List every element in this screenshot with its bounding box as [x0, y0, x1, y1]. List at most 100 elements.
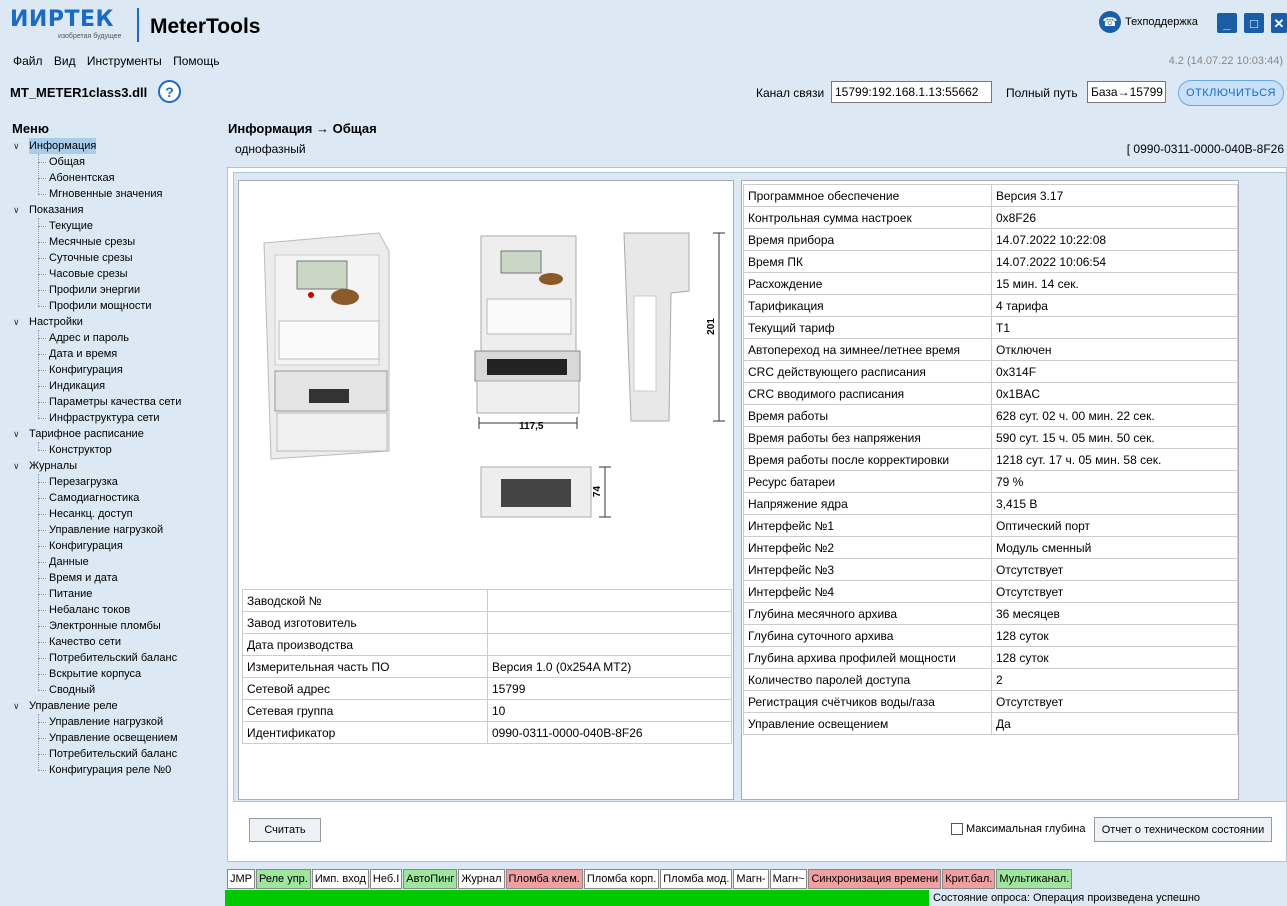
table-row: Время прибора 14.07.2022 10:22:08 [743, 228, 1238, 251]
tree-connector [38, 594, 46, 595]
tree-connector [38, 386, 46, 387]
tree-expand-icon[interactable]: ∨ [13, 314, 20, 330]
tree-item[interactable]: Профили мощности [49, 298, 152, 314]
row-label: Интерфейс №3 [743, 558, 992, 581]
tree-item[interactable]: Общая [49, 154, 85, 170]
tree-item[interactable]: Абонентская [49, 170, 115, 186]
row-value: 0x1BAC [991, 382, 1238, 405]
tree-item[interactable]: Суточные срезы [49, 250, 133, 266]
meter-serial: [ 0990-0311-0000-040B-8F26 [1126, 142, 1284, 156]
tree-connector [38, 474, 39, 690]
row-value: 0x8F26 [991, 206, 1238, 229]
tree-expand-icon[interactable]: ∨ [13, 202, 20, 218]
tree-item[interactable]: Параметры качества сети [49, 394, 181, 410]
tree-item[interactable]: Перезагрузка [49, 474, 118, 490]
tree-item[interactable]: Время и дата [49, 570, 118, 586]
status-flag: Мультиканал. [996, 869, 1073, 889]
tree-item[interactable]: Управление нагрузкой [49, 714, 163, 730]
tree-group[interactable]: Информация [29, 138, 97, 154]
path-field[interactable]: База→15799 [1087, 81, 1166, 103]
tree-item[interactable]: Вскрытие корпуса [49, 666, 141, 682]
tree-group[interactable]: Показания [29, 202, 83, 218]
tree-group[interactable]: Тарифное расписание [29, 426, 144, 442]
title-divider [137, 8, 139, 42]
table-row: Управление освещением Да [743, 712, 1238, 735]
help-icon[interactable]: ? [158, 80, 181, 103]
tree-item[interactable]: Потребительский баланс [49, 650, 177, 666]
row-label: Автопереход на зимнее/летнее время [743, 338, 992, 361]
tree-item[interactable]: Индикация [49, 378, 105, 394]
tree-item[interactable]: Самодиагностика [49, 490, 139, 506]
tree-item[interactable]: Небаланс токов [49, 602, 130, 618]
tree-item[interactable]: Сводный [49, 682, 95, 698]
menu-view[interactable]: Вид [51, 51, 79, 71]
tree-item[interactable]: Питание [49, 586, 92, 602]
tree-group[interactable]: Настройки [29, 314, 83, 330]
tree-item[interactable]: Управление освещением [49, 730, 178, 746]
channel-field[interactable]: 15799:192.168.1.13:55662 [831, 81, 992, 103]
tree-item[interactable]: Месячные срезы [49, 234, 135, 250]
table-row: Глубина суточного архива 128 суток [743, 624, 1238, 647]
menu-file[interactable]: Файл [10, 51, 46, 71]
tree-item[interactable]: Потребительский баланс [49, 746, 177, 762]
tree-item[interactable]: Несанкц. доступ [49, 506, 133, 522]
poll-progress-bar [225, 890, 929, 906]
row-value: Модуль сменный [991, 536, 1238, 559]
tree-item[interactable]: Часовые срезы [49, 266, 128, 282]
row-value: 4 тарифа [991, 294, 1238, 317]
row-value: Отключен [991, 338, 1238, 361]
table-row: Измерительная часть ПО Версия 1.0 (0x254A… [242, 655, 732, 678]
row-value: 14.07.2022 10:22:08 [991, 228, 1238, 251]
tree-group[interactable]: Управление реле [29, 698, 118, 714]
tree-expand-icon[interactable]: ∨ [13, 426, 20, 442]
tree-item[interactable]: Конфигурация [49, 362, 123, 378]
menu-help[interactable]: Помощь [170, 51, 222, 71]
tree-connector [38, 338, 46, 339]
tree-connector [38, 402, 46, 403]
disconnect-button[interactable]: ОТКЛЮЧИТЬСЯ [1178, 80, 1284, 106]
tree-item[interactable]: Конструктор [49, 442, 112, 458]
meter-front-view [263, 232, 390, 460]
tree-item[interactable]: Профили энергии [49, 282, 140, 298]
tree-expand-icon[interactable]: ∨ [13, 458, 20, 474]
support-label: Техподдержка [1125, 16, 1198, 28]
tree-item[interactable]: Конфигурация [49, 538, 123, 554]
tree-item[interactable]: Адрес и пароль [49, 330, 129, 346]
maximize-button[interactable]: □ [1244, 13, 1264, 33]
tree-item[interactable]: Мгновенные значения [49, 186, 162, 202]
row-label: Интерфейс №1 [743, 514, 992, 537]
tree-expand-icon[interactable]: ∨ [13, 698, 20, 714]
tree-item[interactable]: Данные [49, 554, 89, 570]
meter-identity-table: Заводской № Завод изготовитель Дата произв… [242, 589, 732, 744]
dimension-depth-label: 74 [592, 485, 604, 498]
poll-status-value: Операция произведена успешно [1033, 892, 1201, 904]
row-label: Количество паролей доступа [743, 668, 992, 691]
tree-item[interactable]: Управление нагрузкой [49, 522, 163, 538]
report-button[interactable]: Отчет о техническом состоянии [1094, 817, 1272, 842]
row-value: Отсутствует [991, 580, 1238, 603]
tree-item[interactable]: Инфраструктура сети [49, 410, 160, 426]
read-button[interactable]: Считать [249, 818, 321, 842]
tree-expand-icon[interactable]: ∨ [13, 138, 20, 154]
max-depth-checkbox[interactable] [951, 823, 963, 835]
table-row: Заводской № [242, 589, 732, 612]
tree-connector [38, 258, 46, 259]
table-row: Расхождение 15 мин. 14 сек. [743, 272, 1238, 295]
poll-status-label: Состояние опроса: [933, 892, 1030, 904]
menu-tools[interactable]: Инструменты [84, 51, 165, 71]
minimize-button[interactable]: _ [1217, 13, 1237, 33]
row-value: 3,415 В [991, 492, 1238, 515]
support-button[interactable]: ☎ Техподдержка [1099, 11, 1198, 33]
tree-item[interactable]: Текущие [49, 218, 93, 234]
tree-item[interactable]: Качество сети [49, 634, 121, 650]
close-button[interactable]: ✕ [1271, 13, 1287, 33]
tree-item[interactable]: Дата и время [49, 346, 117, 362]
tree-item[interactable]: Конфигурация реле №0 [49, 762, 171, 778]
tree-connector [38, 370, 46, 371]
status-flags-bar: JMP Реле упр. Имп. вход Неб.I АвтоПинг Журнал… [227, 869, 1073, 889]
row-value: 10 [487, 699, 732, 722]
tree-group[interactable]: Журналы [29, 458, 77, 474]
tree-connector [38, 642, 46, 643]
row-label: Программное обеспечение [743, 184, 992, 207]
tree-item[interactable]: Электронные пломбы [49, 618, 161, 634]
